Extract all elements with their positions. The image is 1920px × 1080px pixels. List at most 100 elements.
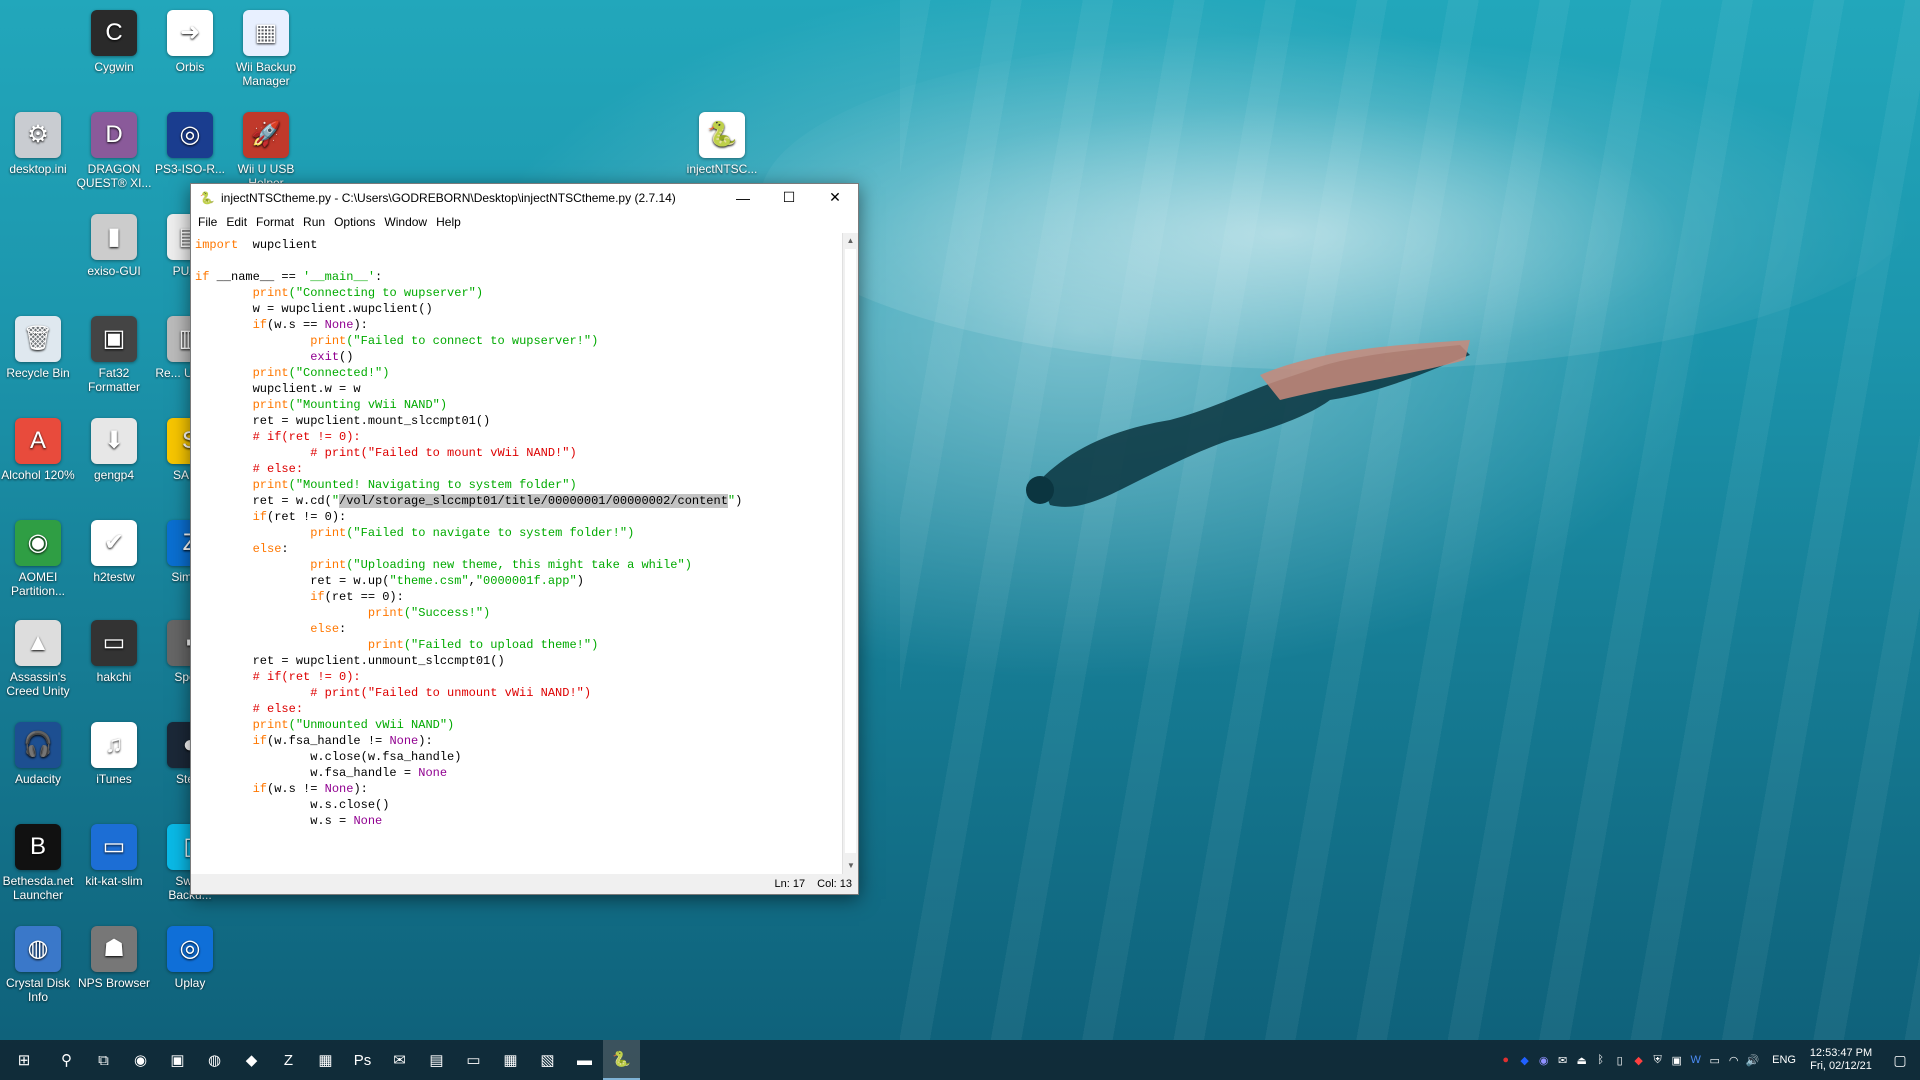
desktop-icon[interactable]: ⬇ gengp4 bbox=[76, 418, 152, 482]
scroll-up-icon[interactable]: ▲ bbox=[843, 233, 858, 249]
msi-icon[interactable]: ◆ bbox=[233, 1040, 270, 1080]
desktop-icon[interactable]: ▭ hakchi bbox=[76, 620, 152, 684]
photos-icon[interactable]: ▧ bbox=[529, 1040, 566, 1080]
wave-highlight bbox=[760, 30, 1920, 370]
app-icon[interactable]: ▦ bbox=[307, 1040, 344, 1080]
menu-file[interactable]: File bbox=[198, 215, 224, 229]
desktop-icon[interactable]: ➜ Orbis bbox=[152, 10, 228, 74]
code-token: ): bbox=[418, 734, 433, 748]
diver-image bbox=[1026, 340, 1470, 507]
battery-icon[interactable]: ▭ bbox=[1705, 1054, 1724, 1067]
phone-icon[interactable]: ▯ bbox=[1610, 1054, 1629, 1067]
menu-run[interactable]: Run bbox=[303, 215, 332, 229]
desktop-icon[interactable]: ✔ h2testw bbox=[76, 520, 152, 584]
close-button[interactable]: ✕ bbox=[812, 184, 858, 211]
code-line: wupclient.w = w bbox=[195, 381, 838, 397]
app-icon: 🐍 bbox=[699, 112, 745, 158]
tray-app-icon[interactable]: ● bbox=[1496, 1054, 1515, 1067]
app-icon: ◍ bbox=[15, 926, 61, 972]
menu-edit[interactable]: Edit bbox=[226, 215, 254, 229]
menu-help[interactable]: Help bbox=[436, 215, 468, 229]
app-icon: D bbox=[91, 112, 137, 158]
desktop-icon[interactable]: 🐍 injectNTSC... bbox=[684, 112, 760, 176]
code-line: ret = w.cd("/vol/storage_slccmpt01/title… bbox=[195, 493, 838, 509]
desktop-icon[interactable]: D DRAGON QUEST® XI... bbox=[76, 112, 152, 190]
filezilla-icon[interactable]: Z bbox=[270, 1040, 307, 1080]
excel-icon[interactable]: ▤ bbox=[418, 1040, 455, 1080]
app-tray-icon[interactable]: ▣ bbox=[1667, 1054, 1686, 1067]
window-titlebar[interactable]: 🐍 injectNTSCtheme.py - C:\Users\GODREBOR… bbox=[191, 184, 858, 211]
desktop-icon[interactable]: ▲ Assassin's Creed Unity bbox=[0, 620, 76, 698]
code-token: ret = w.up( bbox=[195, 574, 390, 588]
desktop-icon[interactable]: 🗑 Recycle Bin bbox=[0, 316, 76, 380]
code-line: exit() bbox=[195, 349, 838, 365]
desktop-icon[interactable]: ▮ exiso-GUI bbox=[76, 214, 152, 278]
desktop-icon[interactable]: ⚙ desktop.ini bbox=[0, 112, 76, 176]
shield-icon[interactable]: ⛨ bbox=[1648, 1054, 1667, 1067]
start-button[interactable]: ⊞ bbox=[0, 1040, 48, 1080]
clock[interactable]: 12:53:47 PM Fri, 02/12/21 bbox=[1802, 1047, 1880, 1073]
code-token: wupclient.w = w bbox=[195, 382, 361, 396]
notification-icon[interactable]: ▢ bbox=[1880, 1052, 1920, 1069]
vertical-scrollbar[interactable]: ▲ ▼ bbox=[842, 233, 858, 874]
desktop-icon[interactable]: ▭ kit-kat-slim bbox=[76, 824, 152, 888]
code-token: __name__ == bbox=[209, 270, 304, 284]
language-indicator[interactable]: ENG bbox=[1772, 1054, 1796, 1066]
mail-icon[interactable]: ✉ bbox=[381, 1040, 418, 1080]
desktop-icon[interactable]: 🎧 Audacity bbox=[0, 722, 76, 786]
idle-icon[interactable]: 🐍 bbox=[603, 1040, 640, 1080]
desktop-icon[interactable]: C Cygwin bbox=[76, 10, 152, 74]
code-editor[interactable]: import wupclient if __name__ == '__main__… bbox=[191, 233, 842, 874]
menu-format[interactable]: Format bbox=[256, 215, 301, 229]
search-icon[interactable]: ⚲ bbox=[48, 1040, 85, 1080]
code-line: if(ret != 0): bbox=[195, 509, 838, 525]
code-token: (ret != 0): bbox=[267, 510, 347, 524]
task-view-icon[interactable]: ⧉ bbox=[85, 1040, 122, 1080]
usb-icon[interactable]: ⏏ bbox=[1572, 1054, 1591, 1067]
code-token: ret = wupclient.mount_slccmpt01() bbox=[195, 414, 491, 428]
minimize-button[interactable]: — bbox=[720, 184, 766, 211]
bluetooth-icon[interactable]: ᛒ bbox=[1591, 1054, 1610, 1067]
desktop-icon[interactable]: 🚀Wii U USB Helper bbox=[228, 112, 304, 190]
desktop-icon-label: Fat32 Formatter bbox=[87, 366, 140, 394]
desktop-icon[interactable]: ◎ PS3-ISO-R... bbox=[152, 112, 228, 176]
scroll-down-icon[interactable]: ▼ bbox=[843, 858, 859, 874]
app-icon[interactable]: ▣ bbox=[159, 1040, 196, 1080]
chrome-icon[interactable]: ◍ bbox=[196, 1040, 233, 1080]
taskbar: ⊞ ⚲ ⧉ ◉ ▣ ◍ ◆ Z ▦ Ps ✉ ▤ ▭ ▦ ▧ ▬ 🐍 ● ◆ ◉ ✉ ⏏ ᛒ ▯ ◆ ⛨ ▣ W ▭ ◠ 🔊 ENG 12… bbox=[0, 1040, 1920, 1080]
scroll-thumb[interactable] bbox=[845, 249, 856, 853]
menu-options[interactable]: Options bbox=[334, 215, 382, 229]
idle-editor-window[interactable]: 🐍 injectNTSCtheme.py - C:\Users\GODREBOR… bbox=[190, 183, 859, 895]
app-icon: ▮ bbox=[91, 214, 137, 260]
desktop-icon[interactable]: ♫ iTunes bbox=[76, 722, 152, 786]
tray-app-icon[interactable]: ◆ bbox=[1515, 1054, 1534, 1067]
desktop-icon[interactable]: A Alcohol 120% bbox=[0, 418, 76, 482]
maximize-button[interactable]: ☐ bbox=[766, 184, 812, 211]
code-token: w.s.close() bbox=[195, 798, 390, 812]
menu-window[interactable]: Window bbox=[384, 215, 434, 229]
file-explorer-icon[interactable]: ▬ bbox=[566, 1040, 603, 1080]
desktop-icon[interactable]: ◍ Crystal Disk Info bbox=[0, 926, 76, 1004]
desktop-icon[interactable]: ▦ Wii Backup Manager bbox=[228, 10, 304, 88]
word-icon[interactable]: W bbox=[1686, 1054, 1705, 1067]
code-token: ("Mounted! Navigating to system folder") bbox=[288, 478, 577, 492]
desktop-icon[interactable]: ◉ AOMEI Partition... bbox=[0, 520, 76, 598]
wifi-icon[interactable]: ◠ bbox=[1724, 1054, 1743, 1067]
tray-app-icon[interactable]: ◉ bbox=[1534, 1054, 1553, 1067]
photoshop-icon[interactable]: Ps bbox=[344, 1040, 381, 1080]
status-bar: Ln: 17 Col: 13 bbox=[191, 874, 858, 894]
mail-tray-icon[interactable]: ✉ bbox=[1553, 1054, 1572, 1067]
firefox-icon[interactable]: ◉ bbox=[122, 1040, 159, 1080]
volume-icon[interactable]: 🔊 bbox=[1743, 1054, 1762, 1067]
desktop-icon[interactable]: ◎ Uplay bbox=[152, 926, 228, 990]
desktop-icon[interactable]: ☗ NPS Browser bbox=[76, 926, 152, 990]
msi-tray-icon[interactable]: ◆ bbox=[1629, 1054, 1648, 1067]
desktop-icon[interactable]: B Bethesda.net Launcher bbox=[0, 824, 76, 902]
calculator-icon[interactable]: ▦ bbox=[492, 1040, 529, 1080]
desktop-icon[interactable]: ▣ Fat32 Formatter bbox=[76, 316, 152, 394]
code-token: None bbox=[324, 782, 354, 796]
monitor-icon[interactable]: ▭ bbox=[455, 1040, 492, 1080]
